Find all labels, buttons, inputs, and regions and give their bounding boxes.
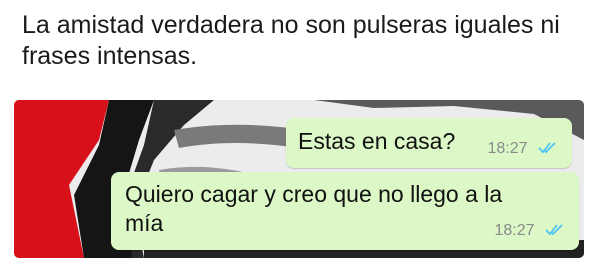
double-check-read-icon	[538, 141, 558, 160]
chat-screenshot: Estas en casa? 18:27 Quiero cagar y creo…	[14, 100, 584, 258]
message-time: 18:27	[487, 140, 528, 157]
outgoing-message-bubble: Quiero cagar y creo que no llego a la mí…	[111, 172, 579, 250]
meme-caption: La amistad verdadera no son pulseras igu…	[22, 11, 560, 70]
message-meta: 18:27	[488, 140, 559, 160]
double-check-read-icon	[545, 223, 565, 242]
message-text: Quiero cagar y creo que no llego a la mí…	[125, 181, 503, 236]
outgoing-message-bubble: Estas en casa? 18:27	[286, 118, 572, 168]
message-meta: 18:27	[495, 222, 566, 242]
message-time: 18:27	[494, 222, 535, 239]
message-text: Estas en casa?	[298, 128, 456, 154]
